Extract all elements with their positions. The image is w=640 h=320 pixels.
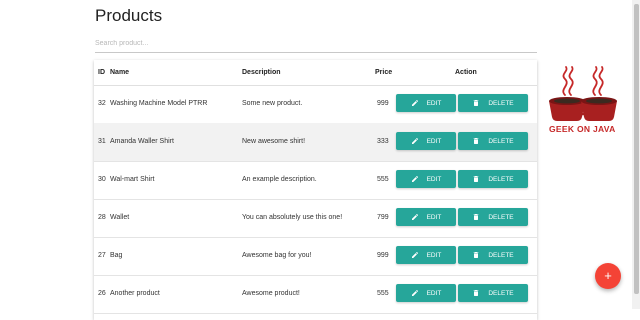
column-header-price: Price xyxy=(375,69,393,76)
trash-icon xyxy=(474,100,479,106)
table-row: 31 Amanda Waller Shirt New awesome shirt… xyxy=(94,123,537,162)
row-name: Wal-mart Shirt xyxy=(110,176,155,183)
steam-icon xyxy=(562,66,604,96)
add-product-button[interactable]: + xyxy=(595,263,621,289)
edit-button[interactable]: EDIT xyxy=(396,94,456,112)
plus-icon: + xyxy=(604,268,612,283)
pencil-icon xyxy=(411,99,418,106)
trash-icon xyxy=(474,214,479,220)
row-name: Bag xyxy=(110,252,123,259)
row-price: 999 xyxy=(377,252,389,259)
row-name: Another product xyxy=(110,290,160,297)
trash-icon xyxy=(474,138,479,144)
delete-button[interactable]: DELETE xyxy=(458,284,528,302)
table-row: 26 Another product Awesome product! 555 … xyxy=(94,275,537,314)
column-header-action: Action xyxy=(455,69,477,76)
row-price: 333 xyxy=(377,138,389,145)
trash-icon xyxy=(474,290,479,296)
scrollbar-thumb[interactable] xyxy=(634,4,639,294)
row-description: New awesome shirt! xyxy=(242,138,306,145)
column-header-description: Description xyxy=(242,69,281,76)
edit-button-label: EDIT xyxy=(426,289,442,297)
scrollbar[interactable] xyxy=(632,0,640,309)
trash-icon xyxy=(474,176,479,182)
delete-button[interactable]: DELETE xyxy=(458,208,528,226)
delete-button-label: DELETE xyxy=(488,289,514,297)
table-row: 28 Wallet You can absolutely use this on… xyxy=(94,199,537,238)
row-name: Wallet xyxy=(110,214,130,221)
row-description: You can absolutely use this one! xyxy=(242,214,343,221)
edit-button[interactable]: EDIT xyxy=(396,170,456,188)
edit-button-label: EDIT xyxy=(426,175,442,183)
edit-button-label: EDIT xyxy=(426,99,442,107)
delete-button-label: DELETE xyxy=(488,137,514,145)
row-description: Some new product. xyxy=(242,100,303,107)
row-id: 28 xyxy=(98,214,106,221)
delete-button-label: DELETE xyxy=(488,99,514,107)
row-name: Washing Machine Model PTRR xyxy=(110,100,208,107)
delete-button-label: DELETE xyxy=(488,175,514,183)
row-price: 999 xyxy=(377,100,389,107)
row-id: 32 xyxy=(98,100,106,107)
row-price: 555 xyxy=(377,290,389,297)
edit-button[interactable]: EDIT xyxy=(396,284,456,302)
delete-button[interactable]: DELETE xyxy=(458,246,528,264)
edit-button[interactable]: EDIT xyxy=(396,208,456,226)
trash-icon xyxy=(474,252,479,258)
page-title: Products xyxy=(95,6,163,25)
products-table: ID Name Description Price Action 32 Wash… xyxy=(94,60,537,320)
table-row: 27 Bag Awesome bag for you! 999 EDIT DEL… xyxy=(94,237,537,276)
edit-button[interactable]: EDIT xyxy=(396,246,456,264)
column-header-name: Name xyxy=(110,69,130,76)
row-description: Awesome bag for you! xyxy=(242,252,312,259)
row-price: 799 xyxy=(377,214,389,221)
search-input[interactable] xyxy=(95,34,537,53)
delete-button[interactable]: DELETE xyxy=(458,94,528,112)
delete-button-label: DELETE xyxy=(488,213,514,221)
pencil-icon xyxy=(411,175,418,182)
column-header-id: ID xyxy=(98,69,105,76)
pencil-icon xyxy=(411,137,418,144)
row-id: 30 xyxy=(98,176,106,183)
row-price: 555 xyxy=(377,176,389,183)
coffee-cup-icon xyxy=(581,97,617,121)
row-id: 26 xyxy=(98,290,106,297)
edit-button-label: EDIT xyxy=(426,251,442,259)
delete-button[interactable]: DELETE xyxy=(458,170,528,188)
edit-button-label: EDIT xyxy=(426,213,442,221)
row-description: Awesome product! xyxy=(242,290,300,297)
row-id: 31 xyxy=(98,138,106,145)
delete-button[interactable]: DELETE xyxy=(458,132,528,150)
row-description: An example description. xyxy=(242,176,317,183)
edit-button[interactable]: EDIT xyxy=(396,132,456,150)
logo-text: GEEK ON JAVA xyxy=(549,124,616,134)
table-header: ID Name Description Price Action xyxy=(94,60,537,86)
edit-button-label: EDIT xyxy=(426,137,442,145)
pencil-icon xyxy=(411,213,418,220)
delete-button-label: DELETE xyxy=(488,251,514,259)
table-row: 32 Washing Machine Model PTRR Some new p… xyxy=(94,85,537,124)
row-name: Amanda Waller Shirt xyxy=(110,138,174,145)
row-id: 27 xyxy=(98,252,106,259)
table-row: 30 Wal-mart Shirt An example description… xyxy=(94,161,537,200)
pencil-icon xyxy=(411,251,418,258)
pencil-icon xyxy=(411,289,418,296)
